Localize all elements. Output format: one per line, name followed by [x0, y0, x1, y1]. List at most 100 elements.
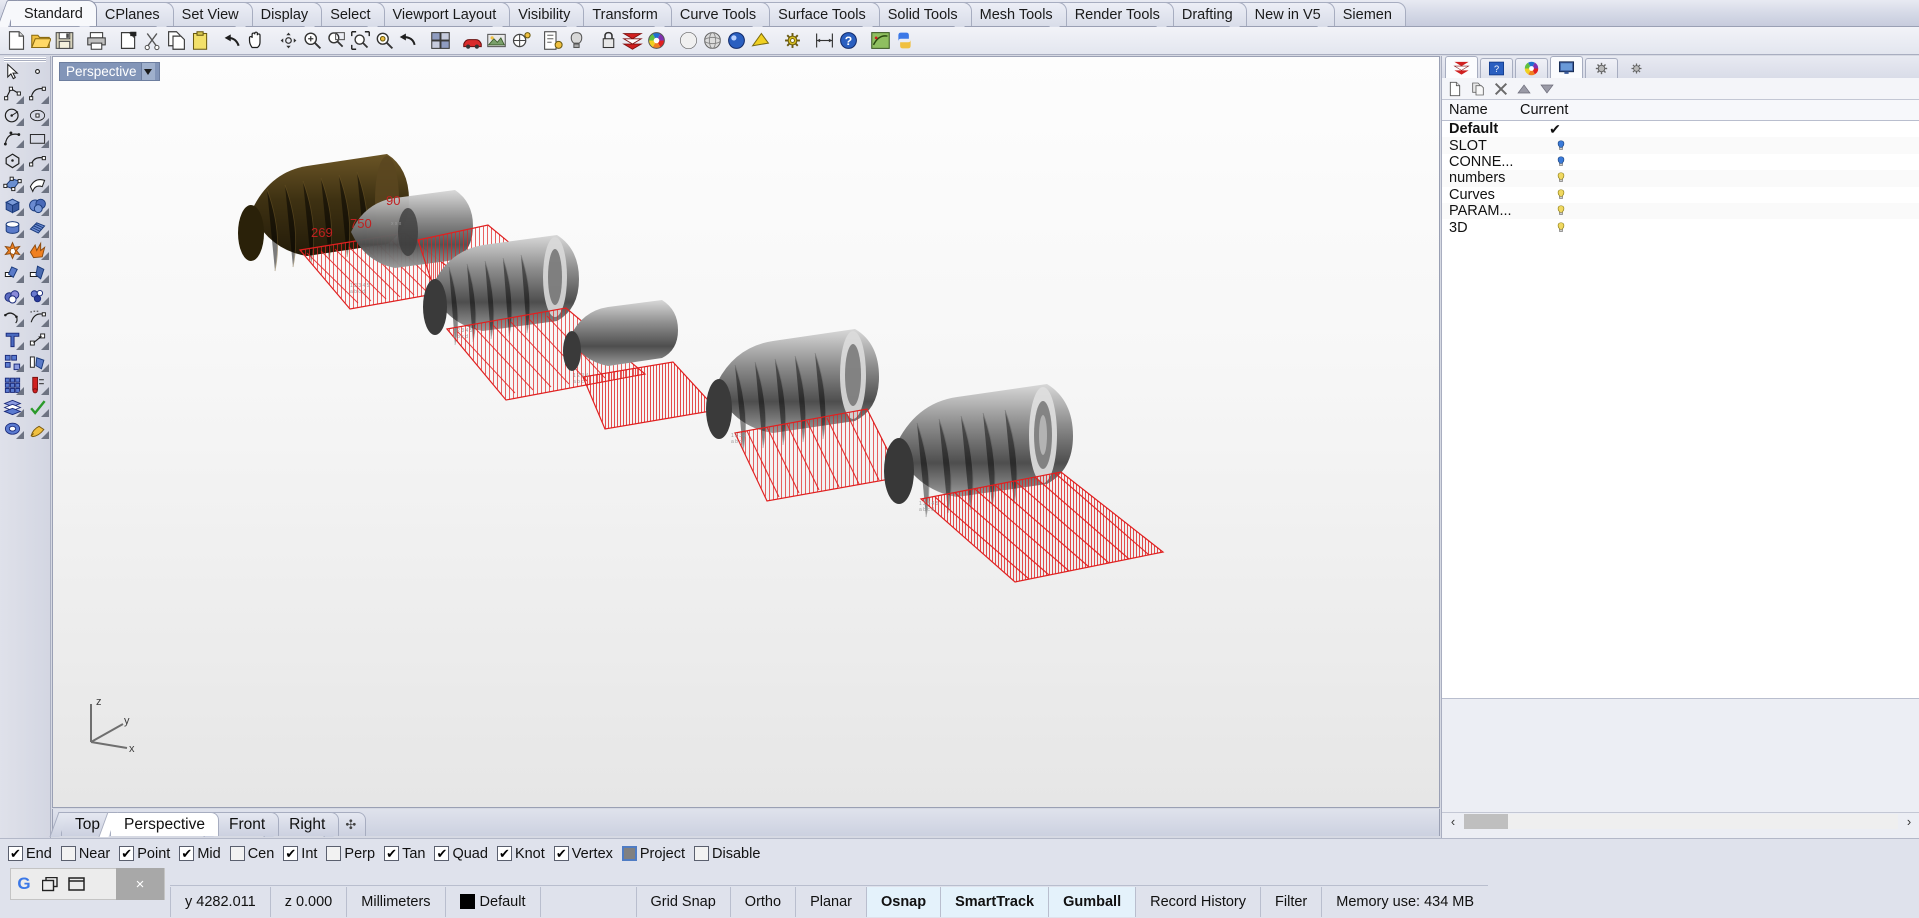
layer-visibility-bulb-icon[interactable] — [1554, 155, 1568, 169]
flyout-triangle-icon[interactable] — [41, 229, 49, 238]
flyout-triangle-icon[interactable] — [16, 162, 24, 171]
layer-row[interactable]: numbers — [1442, 170, 1919, 187]
flyout-triangle-icon[interactable] — [16, 252, 24, 261]
viewport-tab-perspective[interactable]: Perspective — [110, 812, 219, 836]
perspective-viewport[interactable]: 1 2 3 4 5a b c d 1 2 3 4 5a b c d 1 2 3 … — [52, 56, 1440, 808]
layer-row[interactable]: 3D — [1442, 219, 1919, 236]
layers-horizontal-scrollbar[interactable]: ‹ › — [1442, 812, 1919, 830]
checkbox-vertex[interactable]: ✔ — [553, 846, 569, 861]
circle-icon[interactable] — [0, 105, 25, 127]
viewport-label[interactable]: Perspective — [59, 62, 160, 81]
osnap-cen[interactable]: Cen — [229, 846, 274, 862]
panel-tab-color-wheel-panel[interactable] — [1515, 58, 1548, 78]
options-gear-icon[interactable] — [781, 29, 804, 53]
osnap-perp[interactable]: Perp — [326, 846, 375, 862]
ghosted-sphere-icon[interactable] — [701, 29, 724, 53]
point-icon[interactable] — [25, 60, 50, 82]
dimension-tool-icon[interactable] — [25, 329, 50, 351]
undo-arrow-icon[interactable] — [221, 29, 244, 53]
flyout-triangle-icon[interactable] — [41, 409, 49, 418]
osnap-vertex[interactable]: ✔ Vertex — [553, 846, 613, 862]
pan-hand-icon[interactable] — [245, 29, 268, 53]
toolbar-tab-render-tools[interactable]: Render Tools — [1060, 2, 1174, 26]
array-icon[interactable] — [0, 351, 25, 373]
restore-window-icon[interactable] — [37, 869, 63, 899]
checkbox-knot[interactable]: ✔ — [496, 846, 512, 861]
four-viewport-icon[interactable] — [429, 29, 452, 53]
osnap-near[interactable]: Near — [60, 846, 110, 862]
shade-sphere-icon[interactable] — [677, 29, 700, 53]
toolbar-tab-drafting[interactable]: Drafting — [1167, 2, 1247, 26]
flyout-triangle-icon[interactable] — [16, 95, 24, 104]
close-window-button[interactable]: × — [116, 868, 164, 900]
status-toggle-grid-snap[interactable]: Grid Snap — [635, 886, 731, 917]
flyout-triangle-icon[interactable] — [16, 297, 24, 306]
checkbox-int[interactable]: ✔ — [283, 846, 299, 861]
flyout-triangle-icon[interactable] — [41, 364, 49, 373]
flyout-triangle-icon[interactable] — [41, 274, 49, 283]
grid-array-icon[interactable] — [0, 374, 25, 396]
offset-icon[interactable] — [25, 284, 50, 306]
object-properties-icon[interactable] — [541, 29, 564, 53]
checkbox-mid[interactable]: ✔ — [179, 846, 195, 861]
render-tool-icon[interactable] — [0, 418, 25, 440]
layer-visibility-bulb-icon[interactable] — [1554, 204, 1568, 218]
boolean-union-icon[interactable] — [0, 239, 25, 261]
trim-icon[interactable] — [0, 262, 25, 284]
save-icon[interactable] — [53, 29, 76, 53]
status-toggle-planar[interactable]: Planar — [796, 886, 867, 917]
toolbar-tab-display[interactable]: Display — [246, 2, 323, 26]
scroll-left-arrow[interactable]: ‹ — [1442, 814, 1464, 829]
flyout-triangle-icon[interactable] — [41, 431, 49, 440]
grasshopper-icon[interactable] — [869, 29, 892, 53]
layer-color-swatch[interactable] — [459, 894, 475, 909]
sphere-solid-icon[interactable] — [25, 195, 50, 217]
toolbar-tab-mesh-tools[interactable]: Mesh Tools — [965, 2, 1067, 26]
toolbar-tab-siemen[interactable]: Siemen — [1328, 2, 1406, 26]
viewport-tab-right[interactable]: Right — [275, 812, 340, 836]
paint-tool-icon[interactable] — [25, 418, 50, 440]
fillet-blend-icon[interactable] — [0, 284, 25, 306]
open-folder-icon[interactable] — [29, 29, 52, 53]
toolbar-tab-visibility[interactable]: Visibility — [504, 2, 585, 26]
toolbar-tab-viewport-layout[interactable]: Viewport Layout — [378, 2, 511, 26]
flyout-triangle-icon[interactable] — [16, 207, 24, 216]
dimension-icon[interactable] — [813, 29, 836, 53]
rotate-view-icon[interactable] — [277, 29, 300, 53]
duplicate-layer-icon[interactable] — [1470, 81, 1486, 97]
layer-row[interactable]: SLOT — [1442, 137, 1919, 154]
checkbox-quad[interactable]: ✔ — [434, 846, 450, 861]
render-preview-icon[interactable] — [485, 29, 508, 53]
column-header-current[interactable]: Current — [1520, 102, 1590, 118]
status-toggle-ortho[interactable]: Ortho — [731, 886, 797, 917]
flyout-triangle-icon[interactable] — [16, 341, 24, 350]
layer-row[interactable]: PARAM... — [1442, 202, 1919, 220]
transform-icon[interactable] — [25, 351, 50, 373]
rectangle-icon[interactable] — [25, 127, 50, 149]
toolbar-tab-set-view[interactable]: Set View — [167, 2, 253, 26]
viewport-tab-add[interactable]: ✣ — [335, 812, 367, 836]
color-wheel-icon[interactable] — [645, 29, 668, 53]
status-units[interactable]: Millimeters — [347, 886, 446, 917]
viewport-tab-front[interactable]: Front — [214, 812, 280, 836]
move-layer-up-icon[interactable] — [1516, 81, 1532, 97]
layer-current-check[interactable]: ✔ — [1520, 121, 1590, 138]
polygon-icon[interactable] — [0, 150, 25, 172]
curve-edit-icon[interactable] — [0, 306, 25, 328]
zoom-extents-icon[interactable] — [349, 29, 372, 53]
flyout-triangle-icon[interactable] — [16, 409, 24, 418]
checkbox-disable[interactable] — [694, 846, 710, 861]
layer-row[interactable]: Curves — [1442, 186, 1919, 203]
zoom-in-out-icon[interactable] — [301, 29, 324, 53]
new-layer-icon[interactable] — [1447, 81, 1463, 97]
status-toggle-record-history[interactable]: Record History — [1136, 886, 1262, 917]
layer-row[interactable]: Default ✔ — [1442, 121, 1919, 138]
osnap-project[interactable]: Project — [621, 846, 685, 862]
surface-sweep-icon[interactable] — [25, 172, 50, 194]
flyout-triangle-icon[interactable] — [16, 117, 24, 126]
control-point-curve-icon[interactable] — [25, 83, 50, 105]
flyout-triangle-icon[interactable] — [41, 95, 49, 104]
toolbar-tab-select[interactable]: Select — [316, 2, 385, 26]
print-icon[interactable] — [85, 29, 108, 53]
3d-scene[interactable]: 1 2 3 4 5a b c d 1 2 3 4 5a b c d 1 2 3 … — [53, 57, 1440, 808]
